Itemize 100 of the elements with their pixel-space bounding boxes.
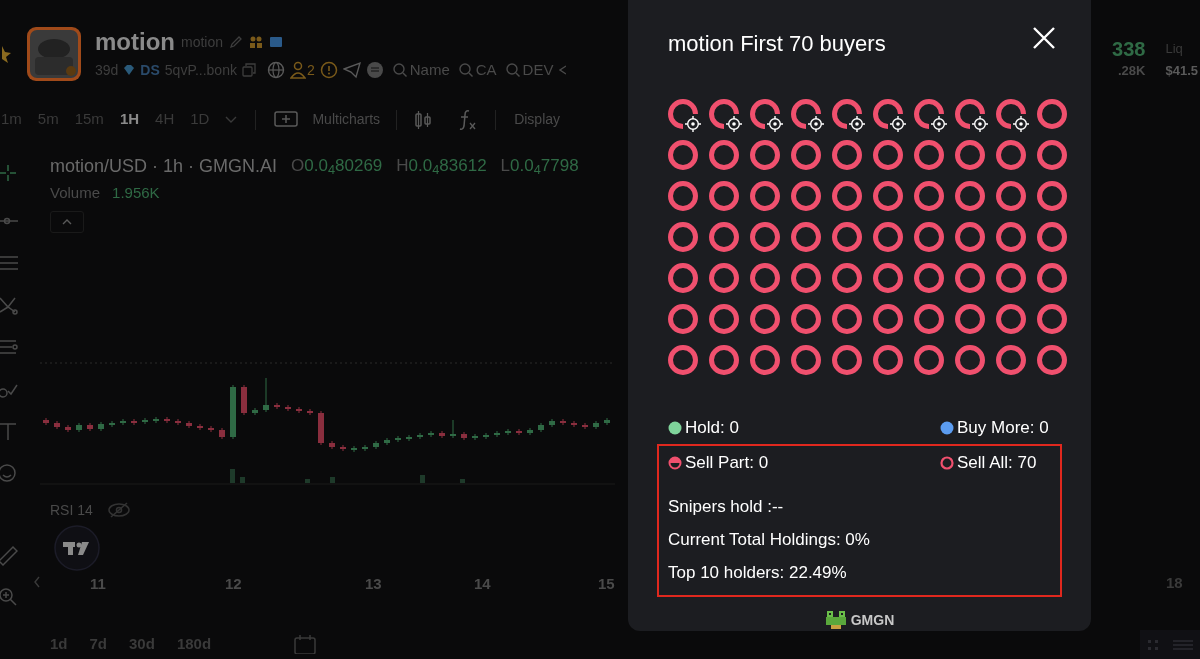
search-link[interactable]: CA bbox=[458, 59, 497, 82]
legend-label: Hold: 0 bbox=[685, 416, 739, 439]
volume-value: 1.956K bbox=[112, 182, 160, 203]
volume-label: Volume bbox=[50, 182, 101, 203]
candle bbox=[197, 423, 203, 431]
ohlc-value: 0.0$_{4}$80269 bbox=[304, 155, 383, 179]
axis-label: 15 bbox=[598, 574, 615, 594]
candle bbox=[362, 444, 368, 452]
paper-plane-icon[interactable] bbox=[342, 61, 361, 80]
legend-label: Sell Part: 0 bbox=[685, 452, 769, 475]
candle bbox=[131, 418, 137, 426]
candle bbox=[76, 422, 82, 433]
buyer-ring-icon[interactable] bbox=[996, 99, 1026, 129]
candle bbox=[373, 440, 379, 450]
buyer-ring-icon[interactable] bbox=[668, 99, 698, 129]
candle bbox=[549, 418, 555, 428]
grid-dots-icon bbox=[1147, 638, 1159, 651]
legend-label: Sell All: 70 bbox=[957, 452, 1037, 475]
buyer-ring-icon[interactable] bbox=[914, 99, 944, 129]
candle bbox=[406, 434, 412, 442]
candle bbox=[318, 410, 324, 446]
person-icon bbox=[289, 61, 306, 80]
candle bbox=[153, 416, 159, 424]
plus-square-icon bbox=[274, 110, 299, 129]
price-value: 338 bbox=[1112, 37, 1146, 61]
candle bbox=[87, 422, 93, 432]
display-dropdown[interactable]: Display bbox=[514, 109, 561, 131]
buyer-ring-icon[interactable] bbox=[873, 99, 903, 129]
dex-label: DS bbox=[140, 60, 160, 80]
function-icon[interactable] bbox=[457, 108, 478, 131]
candle bbox=[186, 420, 192, 429]
candle bbox=[219, 427, 225, 440]
candle bbox=[164, 416, 170, 424]
globe-icon[interactable] bbox=[266, 61, 285, 80]
search-icon bbox=[458, 63, 473, 78]
candle bbox=[494, 430, 500, 438]
close-icon[interactable] bbox=[1032, 26, 1056, 50]
candle bbox=[428, 430, 434, 438]
ohlc-label: L bbox=[500, 155, 511, 178]
holder-count: 2 bbox=[306, 60, 315, 80]
info-icon[interactable] bbox=[319, 61, 338, 80]
buyer-ring-icon[interactable] bbox=[709, 99, 739, 129]
candle bbox=[560, 418, 566, 426]
indicator-label: RSI 14 bbox=[50, 500, 93, 520]
search-link[interactable]: DEV bbox=[505, 59, 554, 82]
candle bbox=[230, 384, 236, 440]
search-icon bbox=[505, 63, 520, 78]
candle bbox=[241, 384, 247, 416]
candle bbox=[439, 430, 445, 439]
candle bbox=[538, 422, 544, 433]
candle bbox=[285, 404, 291, 412]
candle bbox=[329, 440, 335, 450]
stat-line: Current Total Holdings: 0% bbox=[668, 529, 871, 551]
buyer-ring-icon[interactable] bbox=[955, 99, 985, 129]
candle bbox=[208, 425, 214, 433]
multicharts-button[interactable]: Multicharts bbox=[274, 109, 381, 131]
candle bbox=[120, 418, 126, 426]
candle bbox=[351, 445, 357, 453]
liquidity-value: $41.5 bbox=[1165, 62, 1198, 80]
candle bbox=[65, 424, 71, 433]
ohlc-value: 0.0$_{4}$83612 bbox=[408, 155, 487, 179]
search-link[interactable]: Name bbox=[392, 59, 450, 82]
axis-label: 14 bbox=[474, 574, 491, 594]
candle bbox=[54, 420, 60, 430]
badge-icon bbox=[269, 35, 283, 49]
nodes-icon[interactable] bbox=[0, 295, 18, 317]
candle bbox=[472, 433, 478, 441]
candle bbox=[307, 408, 313, 416]
buyer-ring-icon[interactable] bbox=[750, 99, 780, 129]
candle bbox=[175, 418, 181, 426]
star-icon[interactable] bbox=[0, 44, 12, 64]
stat-line: Snipers hold :-- bbox=[668, 496, 785, 518]
ohlc-label: O bbox=[291, 155, 305, 178]
candle bbox=[252, 407, 258, 416]
candle bbox=[142, 417, 148, 425]
legend-label: Buy More: 0 bbox=[957, 416, 1049, 439]
candles-icon[interactable] bbox=[413, 109, 434, 130]
candle bbox=[109, 420, 115, 428]
axis-label: 11 bbox=[90, 574, 106, 594]
axis-label: 13 bbox=[365, 574, 382, 594]
candle bbox=[593, 420, 599, 430]
candle bbox=[571, 420, 577, 428]
ohlc-label: H bbox=[396, 155, 409, 178]
candle bbox=[505, 428, 511, 436]
people-icon bbox=[249, 35, 263, 49]
axis-label: 12 bbox=[225, 574, 242, 594]
candle bbox=[450, 419, 456, 439]
buyer-ring-icon[interactable] bbox=[832, 99, 862, 129]
candle bbox=[395, 435, 401, 443]
stat-line: Top 10 holders: 22.49% bbox=[668, 562, 848, 584]
candle bbox=[274, 402, 280, 410]
timeframe-tab[interactable]: 1H bbox=[119, 108, 140, 131]
candle bbox=[263, 377, 269, 413]
stat-value: .28K bbox=[1118, 62, 1146, 80]
brand-name: GMGN bbox=[850, 610, 895, 630]
candle bbox=[527, 427, 533, 436]
candle bbox=[461, 431, 467, 441]
buyer-ring-icon[interactable] bbox=[791, 99, 821, 129]
candle bbox=[604, 417, 610, 426]
tv-logo-icon[interactable] bbox=[54, 525, 100, 571]
